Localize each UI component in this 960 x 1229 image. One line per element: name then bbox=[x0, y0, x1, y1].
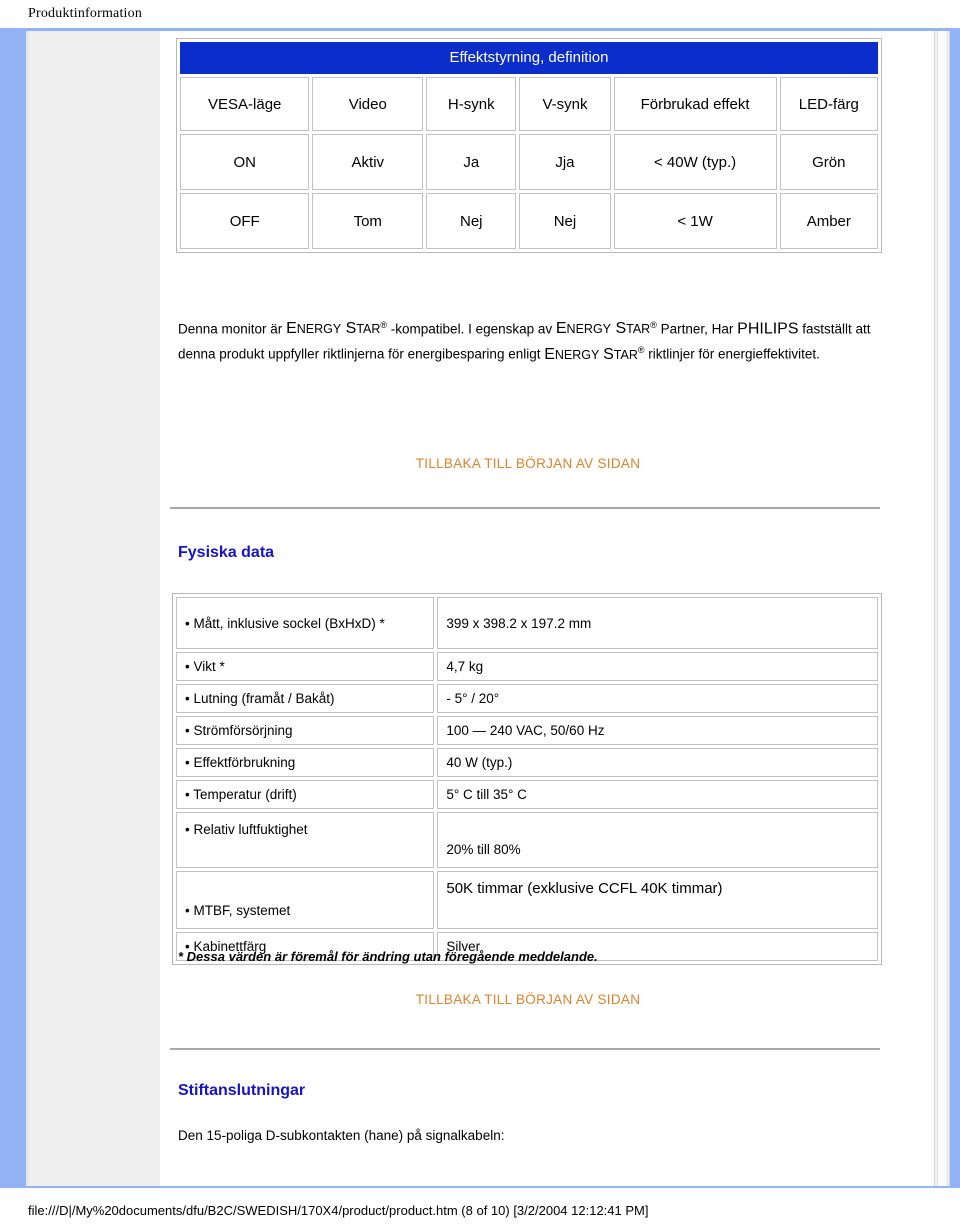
cell-on-power: < 40W (typ.) bbox=[613, 134, 777, 190]
col-header-video: Video bbox=[312, 77, 424, 131]
es-nergy-2: NERGY bbox=[566, 322, 611, 336]
cell-off-power: < 1W bbox=[613, 193, 777, 249]
power-management-table: Effektstyrning, definition VESA-läge Vid… bbox=[176, 38, 882, 253]
energy-star-mark-3b: STAR bbox=[603, 346, 638, 363]
table-row: • Vikt * 4,7 kg bbox=[176, 652, 878, 681]
row-label-humidity: • Relativ luftfuktighet bbox=[176, 812, 435, 868]
para-text-5: riktlinjer för energieffektivitet. bbox=[644, 346, 820, 362]
table-header-row: VESA-läge Video H-synk V-synk Förbrukad … bbox=[180, 77, 878, 131]
col-header-led-color: LED-färg bbox=[779, 77, 878, 131]
cell-off-video: Tom bbox=[312, 193, 424, 249]
table-row: • Temperatur (drift) 5° C till 35° C bbox=[176, 780, 878, 809]
sidebar-column bbox=[26, 31, 160, 1186]
back-to-top-link-1[interactable]: TILLBAKA TILL BÖRJAN AV SIDAN bbox=[178, 456, 878, 471]
cell-on-led: Grön bbox=[779, 134, 878, 190]
cell-on-vsync: Jja bbox=[519, 134, 611, 190]
es-nergy-1: NERGY bbox=[296, 322, 342, 336]
table-row: • Relativ luftfuktighet 20% till 80% bbox=[176, 812, 878, 868]
table-row: • Mått, inklusive sockel (BxHxD) * 399 x… bbox=[176, 597, 878, 649]
philips-brand: PHILIPS bbox=[737, 320, 799, 337]
row-value-power-consumption: 40 W (typ.) bbox=[437, 748, 878, 777]
es-e-1: E bbox=[286, 320, 297, 337]
row-label-tilt: • Lutning (framåt / Bakåt) bbox=[176, 684, 435, 713]
es-nergy-3: NERGY bbox=[554, 347, 600, 362]
row-label-power-consumption: • Effektförbrukning bbox=[176, 748, 435, 777]
back-to-top-link-2[interactable]: TILLBAKA TILL BÖRJAN AV SIDAN bbox=[178, 992, 878, 1007]
row-value-dimensions: 399 x 398.2 x 197.2 mm bbox=[437, 597, 878, 649]
cell-off-hsync: Nej bbox=[426, 193, 517, 249]
energy-star-mark-3: ENERGY bbox=[544, 346, 599, 363]
energy-star-mark-2: ENERGY STAR bbox=[556, 320, 650, 337]
row-value-weight: 4,7 kg bbox=[437, 652, 878, 681]
energy-star-paragraph: Denna monitor är ENERGY STAR® -kompatibe… bbox=[178, 315, 878, 366]
cell-on-mode: ON bbox=[180, 134, 310, 190]
row-value-humidity: 20% till 80% bbox=[437, 812, 878, 868]
es-s-3: S bbox=[603, 345, 614, 363]
row-label-mtbf: • MTBF, systemet bbox=[176, 871, 435, 929]
table-row: • Lutning (framåt / Bakåt) - 5° / 20° bbox=[176, 684, 878, 713]
table-row: ON Aktiv Ja Jja < 40W (typ.) Grön bbox=[180, 134, 878, 190]
physical-data-table: • Mått, inklusive sockel (BxHxD) * 399 x… bbox=[172, 593, 882, 965]
pin-section-paragraph: Den 15-poliga D-subkontakten (hane) på s… bbox=[178, 1128, 505, 1143]
divider-1 bbox=[170, 507, 880, 509]
divider-2 bbox=[170, 1048, 880, 1050]
para-text-1: Denna monitor är bbox=[178, 321, 287, 336]
table-row: • MTBF, systemet 50K timmar (exklusive C… bbox=[176, 871, 878, 929]
es-s-2: S bbox=[611, 320, 627, 337]
es-s-1: S bbox=[341, 320, 357, 337]
es-tar-3: TAR bbox=[613, 347, 638, 362]
row-label-dimensions: • Mått, inklusive sockel (BxHxD) * bbox=[176, 597, 435, 649]
cell-on-hsync: Ja bbox=[426, 134, 517, 190]
row-value-tilt: - 5° / 20° bbox=[437, 684, 878, 713]
row-label-temperature: • Temperatur (drift) bbox=[176, 780, 435, 809]
registered-mark-3: ® bbox=[637, 345, 645, 355]
row-value-temperature: 5° C till 35° C bbox=[437, 780, 878, 809]
table-row: OFF Tom Nej Nej < 1W Amber bbox=[180, 193, 878, 249]
es-tar-2: TAR bbox=[626, 322, 651, 336]
section-heading-physical-data: Fysiska data bbox=[178, 544, 275, 561]
col-header-h-sync: H-synk bbox=[426, 77, 517, 131]
table-caption-row: Effektstyrning, definition bbox=[180, 42, 878, 74]
col-header-power-consumption: Förbrukad effekt bbox=[613, 77, 777, 131]
table-row: • Strömförsörjning 100 — 240 VAC, 50/60 … bbox=[176, 716, 878, 745]
table-row: • Effektförbrukning 40 W (typ.) bbox=[176, 748, 878, 777]
status-bar-path: file:///D|/My%20documents/dfu/B2C/SWEDIS… bbox=[28, 1203, 649, 1218]
es-e-2: E bbox=[555, 320, 567, 337]
row-value-mtbf: 50K timmar (exklusive CCFL 40K timmar) bbox=[437, 871, 878, 929]
page-frame: Effektstyrning, definition VESA-läge Vid… bbox=[0, 28, 960, 1188]
registered-mark-2: ® bbox=[650, 319, 657, 330]
cell-off-vsync: Nej bbox=[519, 193, 611, 249]
cell-off-led: Amber bbox=[779, 193, 878, 249]
col-header-v-sync: V-synk bbox=[519, 77, 611, 131]
es-e-3: E bbox=[544, 345, 555, 363]
col-header-vesa-mode: VESA-läge bbox=[180, 77, 310, 131]
cell-off-mode: OFF bbox=[180, 193, 310, 249]
para-text-2: -kompatibel. I egenskap av bbox=[387, 321, 556, 336]
section-heading-pin-assignments: Stiftanslutningar bbox=[178, 1082, 306, 1099]
vertical-scrollbar[interactable] bbox=[934, 31, 950, 1186]
document-title: Produktinformation bbox=[28, 6, 143, 21]
cell-on-video: Aktiv bbox=[312, 134, 424, 190]
es-tar-1: TAR bbox=[356, 322, 381, 336]
row-label-power-supply: • Strömförsörjning bbox=[176, 716, 435, 745]
scrollbar-thumb[interactable] bbox=[937, 31, 948, 1186]
row-value-power-supply: 100 — 240 VAC, 50/60 Hz bbox=[437, 716, 878, 745]
power-table-caption: Effektstyrning, definition bbox=[180, 42, 878, 74]
para-text-3: Partner, Har bbox=[656, 321, 738, 336]
physical-data-footnote: * Dessa värden är föremål för ändring ut… bbox=[178, 949, 598, 964]
energy-star-mark-1: ENERGY STAR bbox=[286, 320, 380, 337]
row-label-weight: • Vikt * bbox=[176, 652, 435, 681]
